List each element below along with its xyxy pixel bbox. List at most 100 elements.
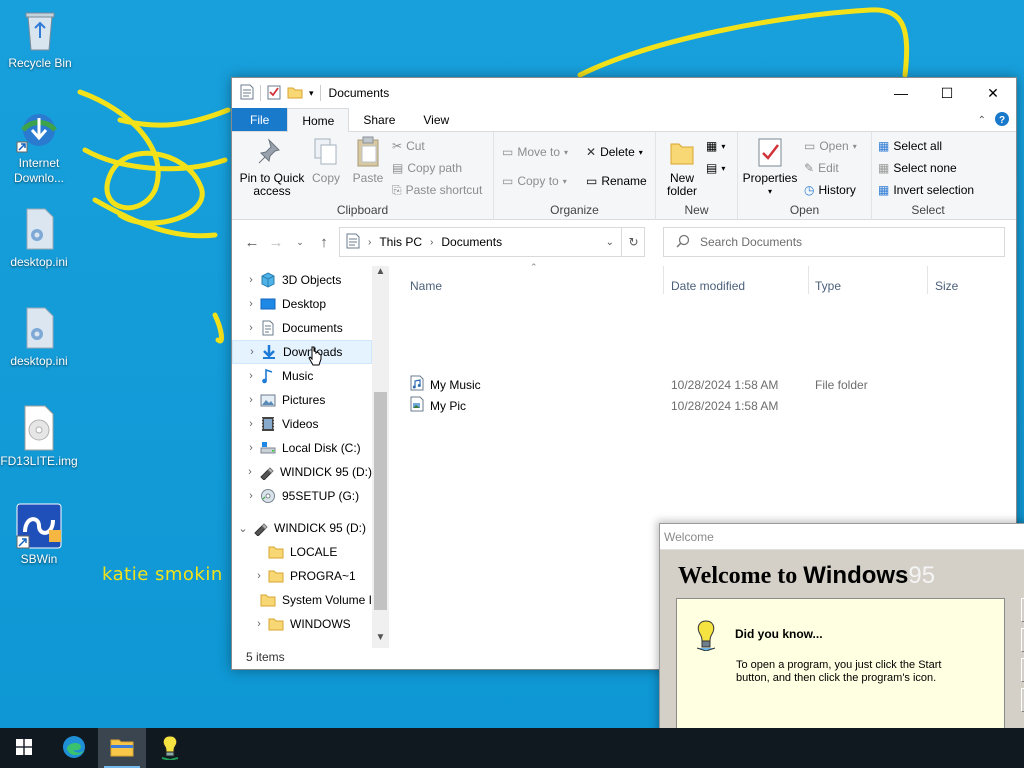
scroll-down-button[interactable]: ▼ <box>372 632 389 648</box>
desktop-icon-desktop-ini[interactable]: desktop.ini <box>0 205 79 270</box>
breadcrumb-documents[interactable]: Documents <box>441 235 502 249</box>
tab-share[interactable]: Share <box>349 108 409 131</box>
move-to-button[interactable]: ▭ Move to ▾ <box>502 142 568 162</box>
nav-item-progra-1[interactable]: › PROGRA~1 <box>232 564 372 588</box>
search-box[interactable]: Search Documents <box>663 227 1005 257</box>
collapsed-chevron-icon[interactable]: › <box>242 298 260 310</box>
address-dropdown-icon[interactable]: ⌄ <box>606 237 614 248</box>
desktop-icon-sbwin[interactable]: SBWin <box>0 502 79 567</box>
navigation-pane[interactable]: ›3D Objects›Desktop›Documents›Downloads›… <box>232 266 389 648</box>
breadcrumb-this-pc[interactable]: This PC <box>379 235 422 249</box>
up-button[interactable]: ↑ <box>312 230 336 254</box>
properties-check-icon[interactable] <box>267 84 281 103</box>
new-item-button[interactable]: ▦ ▾ <box>706 136 725 156</box>
select-none-button[interactable]: ▦ Select none <box>878 158 957 178</box>
nav-item-locale[interactable]: LOCALE <box>232 540 372 564</box>
welcome-title-bar[interactable]: Welcome <box>660 524 1024 550</box>
rename-button[interactable]: ▭ Rename <box>586 171 647 191</box>
nav-item-desktop[interactable]: › Desktop <box>232 292 372 316</box>
address-bar[interactable]: › This PC › Documents ⌄ <box>339 227 645 257</box>
delete-button[interactable]: ✕ Delete ▾ <box>586 142 643 162</box>
collapsed-chevron-icon[interactable]: › <box>242 274 260 286</box>
paste-shortcut-button[interactable]: ⎘ Paste shortcut <box>392 180 482 200</box>
collapsed-chevron-icon[interactable]: › <box>242 466 258 478</box>
collapsed-chevron-icon[interactable]: › <box>242 322 260 334</box>
nav-item-system-volume-i[interactable]: System Volume I <box>232 588 372 612</box>
collapsed-chevron-icon[interactable]: › <box>242 394 260 406</box>
document-properties-icon[interactable] <box>240 84 254 103</box>
nav-item-windows[interactable]: › WINDOWS <box>232 612 372 636</box>
nav-item-3d-objects[interactable]: › 3D Objects <box>232 268 372 292</box>
ribbon-tabs: File Home Share View ⌃ ? <box>232 108 1016 132</box>
nav-item-local-disk-c[interactable]: › Local Disk (C:) <box>232 436 372 460</box>
usb-drive-icon <box>258 464 274 481</box>
back-button[interactable]: ← <box>240 230 264 254</box>
desktop-icon-desktop-ini-2[interactable]: desktop.ini <box>0 304 79 369</box>
recent-locations-button[interactable]: ⌄ <box>288 230 312 254</box>
navigation-scrollbar[interactable]: ▲ ▼ <box>372 266 389 648</box>
cut-button[interactable]: ✂ Cut <box>392 136 425 156</box>
taskbar-file-explorer[interactable] <box>98 728 146 768</box>
taskbar-edge[interactable] <box>50 728 98 768</box>
minimize-button[interactable]: — <box>878 78 924 108</box>
collapsed-chevron-icon[interactable]: › <box>242 418 260 430</box>
collapse-ribbon-icon[interactable]: ⌃ <box>978 115 986 126</box>
forward-button[interactable]: → <box>264 230 288 254</box>
nav-item-music[interactable]: › Music <box>232 364 372 388</box>
tab-file[interactable]: File <box>232 108 288 131</box>
documents-location-icon <box>346 233 360 252</box>
scroll-up-button[interactable]: ▲ <box>372 266 389 282</box>
paste-button[interactable]: Paste <box>350 136 386 185</box>
file-row[interactable]: My Pic 10/28/2024 1:58 AM <box>410 395 1010 416</box>
properties-icon <box>755 136 785 168</box>
close-button[interactable]: ✕ <box>970 78 1016 108</box>
properties-button[interactable]: Properties ▾ <box>742 136 798 198</box>
svg-text:?: ? <box>999 115 1005 126</box>
copy-label: Copy <box>311 171 340 185</box>
collapsed-chevron-icon[interactable]: › <box>250 618 268 630</box>
help-icon[interactable]: ? <box>994 111 1010 130</box>
title-bar[interactable]: ▾ Documents — ☐ ✕ <box>232 78 1016 108</box>
refresh-button[interactable]: ↻ <box>621 227 645 257</box>
open-button[interactable]: ▭ Open ▾ <box>804 136 857 156</box>
nav-item-pictures[interactable]: › Pictures <box>232 388 372 412</box>
scroll-thumb[interactable] <box>374 392 387 610</box>
taskbar-idm[interactable] <box>146 728 194 768</box>
collapsed-chevron-icon[interactable]: › <box>250 570 268 582</box>
copy-path-button[interactable]: ▤ Copy path <box>392 158 462 178</box>
nav-item-95setup-g[interactable]: › 95SETUP (G:) <box>232 484 372 508</box>
easy-access-button[interactable]: ▤ ▾ <box>706 158 725 178</box>
tab-home[interactable]: Home <box>287 108 350 132</box>
file-row[interactable]: My Music 10/28/2024 1:58 AM File folder <box>410 374 1010 395</box>
new-folder-button[interactable]: New folder <box>660 136 704 198</box>
nav-item-downloads[interactable]: ›Downloads <box>232 340 372 364</box>
column-name[interactable]: Name <box>410 274 442 298</box>
nav-item-windick-95-d[interactable]: › WINDICK 95 (D:) <box>232 460 372 484</box>
nav-item-documents[interactable]: › Documents <box>232 316 372 340</box>
pin-to-quick-access-button[interactable]: Pin to Quick access <box>236 136 308 198</box>
copy-to-button[interactable]: ▭ Copy to ▾ <box>502 171 567 191</box>
expanded-chevron-icon[interactable]: ⌄ <box>234 522 252 535</box>
copy-button[interactable]: Copy <box>308 136 344 185</box>
column-type[interactable]: Type <box>815 274 841 298</box>
history-button[interactable]: ◷ History <box>804 180 856 200</box>
desktop-icon-internet-download-manager[interactable]: Internet Downlo... <box>0 106 79 186</box>
column-size[interactable]: Size <box>935 274 958 298</box>
column-date-modified[interactable]: Date modified <box>671 274 745 298</box>
invert-selection-button[interactable]: ▦ Invert selection <box>878 180 974 200</box>
desktop-icon-fd13lite-img[interactable]: FD13LITE.img <box>0 404 79 469</box>
collapsed-chevron-icon[interactable]: › <box>242 490 260 502</box>
new-folder-qat-icon[interactable] <box>287 85 303 102</box>
customize-qat-icon[interactable]: ▾ <box>309 88 314 99</box>
edit-button[interactable]: ✎ Edit <box>804 158 839 178</box>
start-button[interactable] <box>0 728 48 768</box>
collapsed-chevron-icon[interactable]: › <box>242 370 260 382</box>
tab-view[interactable]: View <box>409 108 463 131</box>
collapsed-chevron-icon[interactable]: › <box>242 442 260 454</box>
nav-item-windick-95-d[interactable]: ⌄ WINDICK 95 (D:) <box>232 516 372 540</box>
select-all-button[interactable]: ▦ Select all <box>878 136 942 156</box>
collapsed-chevron-icon[interactable]: › <box>243 346 261 358</box>
desktop-icon-recycle-bin[interactable]: Recycle Bin <box>0 6 80 71</box>
maximize-button[interactable]: ☐ <box>924 78 970 108</box>
nav-item-videos[interactable]: › Videos <box>232 412 372 436</box>
